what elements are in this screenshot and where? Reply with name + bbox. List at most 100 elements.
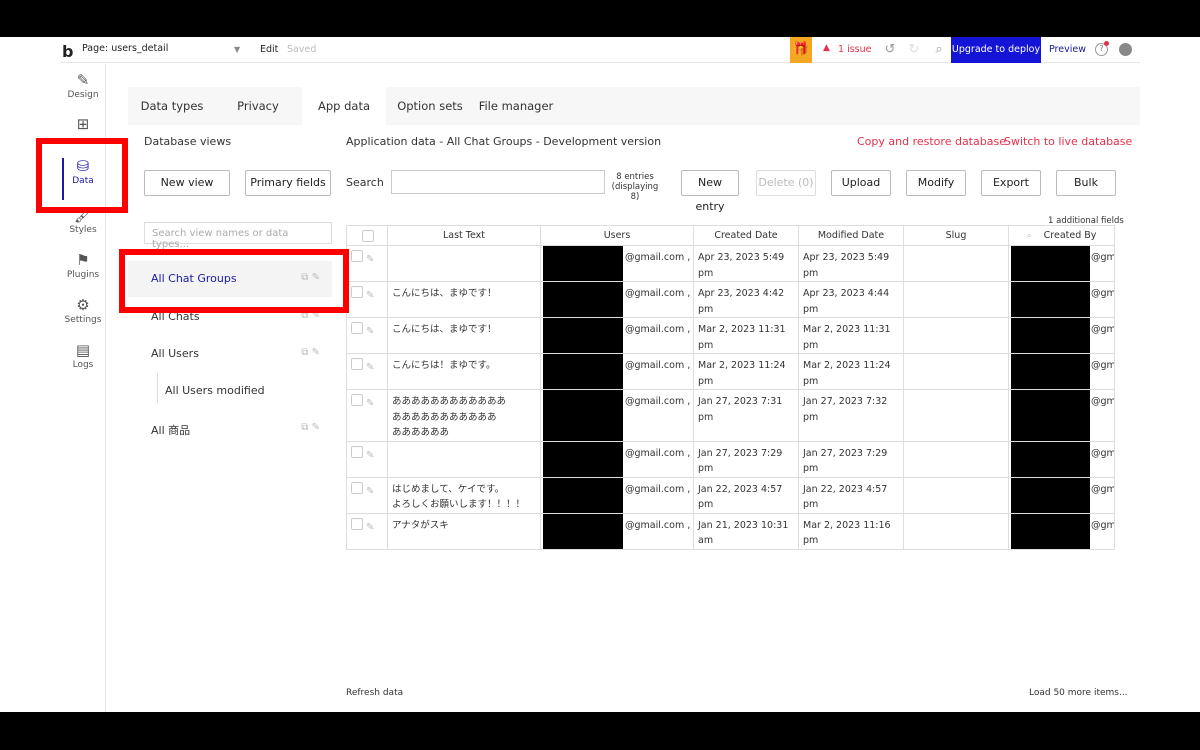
users-cell[interactable]: @gmail.com , @gmail.com xyxy=(540,353,694,390)
slug-cell[interactable] xyxy=(903,317,1009,354)
view-item-all-users-modified[interactable]: All Users modified xyxy=(128,373,332,409)
last-text-cell[interactable] xyxy=(387,440,541,478)
page-selector[interactable]: Page: users_detail xyxy=(82,43,246,59)
new-view-button[interactable]: New view xyxy=(144,170,230,196)
table-row[interactable]: ✎@gmail.com , ail.comJan 27, 2023 7:29 p… xyxy=(346,440,1115,478)
users-cell[interactable]: @gmail.com , ail.com xyxy=(540,317,694,354)
undo-icon[interactable]: ↺ xyxy=(882,42,898,57)
column-header[interactable]: Users xyxy=(540,225,694,246)
search-input[interactable] xyxy=(391,170,605,194)
row-select-cell[interactable]: ✎ xyxy=(346,245,388,282)
table-row[interactable]: ✎@gmail.com , @gmail.comApr 23, 2023 5:4… xyxy=(346,245,1115,282)
row-checkbox[interactable] xyxy=(351,481,363,494)
select-all-checkbox[interactable] xyxy=(362,230,374,242)
last-text-cell[interactable]: はじめまして、ケイです。 よろしくお願いします！！！！ xyxy=(387,476,541,514)
row-select-cell[interactable]: ✎ xyxy=(346,512,388,550)
created-by-cell[interactable]: @gm xyxy=(1008,317,1115,354)
new-entry-button[interactable]: New entry xyxy=(681,170,739,213)
chevron-down-icon[interactable]: ▼ xyxy=(234,45,240,54)
column-header-created-by[interactable]: ⌕ Created By xyxy=(1008,225,1115,246)
modified-date-cell[interactable]: Mar 2, 2023 11:16 pm xyxy=(798,512,904,550)
modified-date-cell[interactable]: Jan 22, 2023 4:57 pm xyxy=(798,476,904,514)
gift-icon[interactable]: 🎁 xyxy=(790,37,812,63)
rail-item-settings[interactable]: ⚙ Settings xyxy=(60,293,106,335)
created-date-cell[interactable]: Apr 23, 2023 4:42 pm xyxy=(693,281,799,318)
table-row[interactable]: ✎ はじめまして、ケイです。 よろしくお願いします！！！！ @gmail.com ,… xyxy=(346,476,1115,514)
row-select-cell[interactable]: ✎ xyxy=(346,440,388,478)
modified-date-cell[interactable]: Jan 27, 2023 7:29 pm xyxy=(798,440,904,478)
bulk-button[interactable]: Bulk xyxy=(1056,170,1116,196)
tab-data-types[interactable]: Data types xyxy=(128,87,216,125)
slug-cell[interactable] xyxy=(903,476,1009,514)
modified-date-cell[interactable]: Jan 27, 2023 7:32 pm xyxy=(798,389,904,442)
rail-item-plugins[interactable]: ⚑ Plugins xyxy=(60,248,106,290)
last-text-cell[interactable]: こんにちは、まゆです！ xyxy=(387,317,541,354)
edit-pencil-icon[interactable]: ✎ xyxy=(366,326,374,337)
export-button[interactable]: Export xyxy=(981,170,1041,196)
issues-link[interactable]: 1 issue xyxy=(838,44,871,55)
created-by-cell[interactable]: @gm xyxy=(1008,245,1115,282)
users-cell[interactable]: @gmail.com , @gmail.com xyxy=(540,512,694,550)
delete-button[interactable]: Delete (0) xyxy=(756,170,816,196)
edit-pencil-icon[interactable]: ✎ xyxy=(366,290,374,301)
tab-app-data[interactable]: App data xyxy=(302,87,386,125)
copy-edit-icons[interactable]: ⧉ ✎ xyxy=(301,347,320,358)
edit-pencil-icon[interactable]: ✎ xyxy=(366,362,374,373)
row-checkbox[interactable] xyxy=(351,358,363,370)
tab-privacy[interactable]: Privacy xyxy=(216,87,300,125)
modified-date-cell[interactable]: Apr 23, 2023 5:49 pm xyxy=(798,245,904,282)
edit-pencil-icon[interactable]: ✎ xyxy=(366,522,374,533)
user-avatar-icon[interactable] xyxy=(1119,43,1132,56)
slug-cell[interactable] xyxy=(903,512,1009,550)
last-text-cell[interactable]: アナタがスキ xyxy=(387,512,541,550)
upgrade-to-deploy-button[interactable]: Upgrade to deploy xyxy=(951,37,1041,63)
tab-file-manager[interactable]: File manager xyxy=(474,87,558,125)
last-text-cell[interactable]: こんにちは！まゆです。 xyxy=(387,353,541,390)
created-date-cell[interactable]: Jan 27, 2023 7:29 pm xyxy=(693,440,799,478)
bubble-logo-icon[interactable]: b xyxy=(62,42,73,61)
table-row[interactable]: ✎ こんにちは、まゆです！@gmail.com , ail.comMar 2, 2… xyxy=(346,317,1115,354)
search-icon[interactable]: ⌕ xyxy=(1027,231,1032,241)
last-text-cell[interactable]: ああああああああああああ あああああああああああ ああああああ xyxy=(387,389,541,442)
primary-fields-button[interactable]: Primary fields xyxy=(245,170,331,196)
select-all-header[interactable] xyxy=(346,225,388,246)
table-row[interactable]: ✎ アナタがスキ @gmail.com , @gmail.comJan 21, 20… xyxy=(346,512,1115,550)
view-search-input[interactable]: Search view names or data types... xyxy=(144,222,332,250)
edit-pencil-icon[interactable]: ✎ xyxy=(366,398,374,409)
row-select-cell[interactable]: ✎ xyxy=(346,317,388,354)
created-date-cell[interactable]: Mar 2, 2023 11:31 pm xyxy=(693,317,799,354)
column-header[interactable]: Created Date xyxy=(693,225,799,246)
created-date-cell[interactable]: Apr 23, 2023 5:49 pm xyxy=(693,245,799,282)
row-checkbox[interactable] xyxy=(351,517,363,530)
rail-item-design[interactable]: ✎ Design xyxy=(60,68,106,110)
created-date-cell[interactable]: Jan 22, 2023 4:57 pm xyxy=(693,476,799,514)
column-header[interactable]: Modified Date xyxy=(798,225,904,246)
view-item-all-users[interactable]: All Users ⧉ ✎ xyxy=(128,336,332,372)
users-cell[interactable]: @gmail.com , @gmail.com xyxy=(540,389,694,442)
created-by-cell[interactable]: @gm xyxy=(1008,440,1115,478)
redo-icon[interactable]: ↻ xyxy=(906,42,922,57)
view-item-all-products[interactable]: All 商品 ⧉ ✎ xyxy=(128,411,332,447)
last-text-cell[interactable] xyxy=(387,245,541,282)
slug-cell[interactable] xyxy=(903,245,1009,282)
row-select-cell[interactable]: ✎ xyxy=(346,476,388,514)
table-row[interactable]: ✎こんにちは！まゆです。@gmail.com , @gmail.comMar 2… xyxy=(346,353,1115,390)
column-header[interactable]: Last Text xyxy=(387,225,541,246)
slug-cell[interactable] xyxy=(903,281,1009,318)
created-by-cell[interactable]: @gm xyxy=(1008,389,1115,442)
search-icon[interactable]: ⌕ xyxy=(931,42,947,57)
tab-option-sets[interactable]: Option sets xyxy=(386,87,474,125)
created-by-cell[interactable]: @gm xyxy=(1008,353,1115,390)
created-date-cell[interactable]: Jan 21, 2023 10:31 am xyxy=(693,512,799,550)
created-date-cell[interactable]: Mar 2, 2023 11:24 pm xyxy=(693,353,799,390)
row-select-cell[interactable]: ✎ xyxy=(346,389,388,442)
copy-edit-icons[interactable]: ⧉ ✎ xyxy=(301,422,320,433)
modified-date-cell[interactable]: Mar 2, 2023 11:24 pm xyxy=(798,353,904,390)
row-checkbox[interactable] xyxy=(351,445,363,458)
users-cell[interactable]: @gmail.com , @gmail.com xyxy=(540,476,694,514)
edit-pencil-icon[interactable]: ✎ xyxy=(366,486,374,497)
modified-date-cell[interactable]: Apr 23, 2023 4:44 pm xyxy=(798,281,904,318)
row-checkbox[interactable] xyxy=(351,250,363,262)
users-cell[interactable]: @gmail.com , @gmail.com xyxy=(540,281,694,318)
column-header[interactable]: Slug xyxy=(903,225,1009,246)
